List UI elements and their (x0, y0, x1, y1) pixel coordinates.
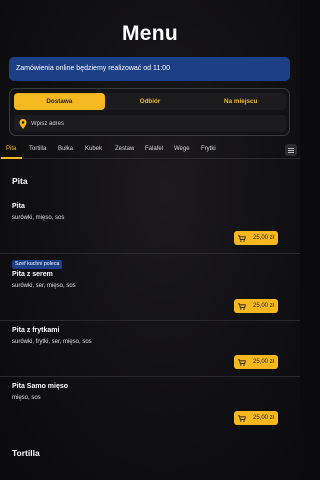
item-divider (0, 253, 300, 254)
tab-pita[interactable]: Pita (6, 146, 16, 152)
price-label: 25,00 zł (253, 235, 275, 241)
cart-icon (238, 302, 246, 310)
opening-notice-banner: Zamówienia online będziemy realizować od… (9, 57, 290, 81)
add-to-cart-button[interactable]: 25,00 zł (234, 355, 278, 369)
cart-icon (238, 234, 246, 242)
cart-icon (238, 414, 246, 422)
item-name[interactable]: Pita (12, 203, 25, 210)
section-title-tortilla: Tortilla (12, 448, 40, 458)
price-label: 25,00 zł (253, 359, 275, 365)
order-mode-selector: Dostawa Odbiór Na miejscu (14, 93, 286, 110)
add-to-cart-button[interactable]: 25,00 zł (234, 411, 278, 425)
item-name[interactable]: Pita z serem (12, 271, 53, 278)
item-divider (0, 376, 300, 377)
address-input[interactable] (31, 120, 281, 127)
tab-bulka[interactable]: Bułka (58, 146, 73, 152)
location-pin-icon (19, 118, 27, 129)
item-divider (0, 320, 300, 321)
item-name[interactable]: Pita Samo mięso (12, 383, 68, 390)
item-description: surówki, ser, mięso, sos (12, 283, 76, 289)
delivery-option[interactable]: Dostawa (14, 93, 105, 110)
section-title-pita: Pita (12, 176, 28, 186)
tab-falafel[interactable]: Falafel (145, 146, 163, 152)
item-description: surówki, mięso, sos (12, 215, 65, 221)
add-to-cart-button[interactable]: 25,00 zł (234, 231, 278, 245)
chef-recommends-badge: Szef kuchni poleca (12, 260, 63, 269)
active-tab-indicator (1, 157, 22, 159)
price-label: 25,00 zł (253, 415, 275, 421)
tab-kubek[interactable]: Kubek (85, 146, 102, 152)
item-name[interactable]: Pita z frytkami (12, 327, 59, 334)
add-to-cart-button[interactable]: 25,00 zł (234, 299, 278, 313)
tab-wege[interactable]: Wege (174, 146, 190, 152)
tab-tortilla[interactable]: Tortilla (29, 146, 46, 152)
pickup-option[interactable]: Odbiór (105, 93, 196, 110)
menu-page: Menu Zamówienia online będziemy realizow… (0, 0, 300, 480)
dine-in-option[interactable]: Na miejscu (195, 93, 286, 110)
cart-icon (238, 358, 246, 366)
address-field[interactable] (14, 115, 286, 132)
item-description: mięso, sos (12, 395, 41, 401)
item-description: surówki, frytki, ser, mięso, sos (12, 339, 92, 345)
price-label: 25,00 zł (253, 303, 275, 309)
page-title: Menu (121, 22, 179, 45)
tab-frytki[interactable]: Frytki (201, 146, 216, 152)
category-tabs: Pita Tortilla Bułka Kubek Zestaw Falafel… (0, 142, 300, 159)
tab-zestaw[interactable]: Zestaw (115, 146, 134, 152)
list-icon[interactable] (285, 144, 297, 156)
order-mode-panel: Dostawa Odbiór Na miejscu (9, 88, 290, 136)
